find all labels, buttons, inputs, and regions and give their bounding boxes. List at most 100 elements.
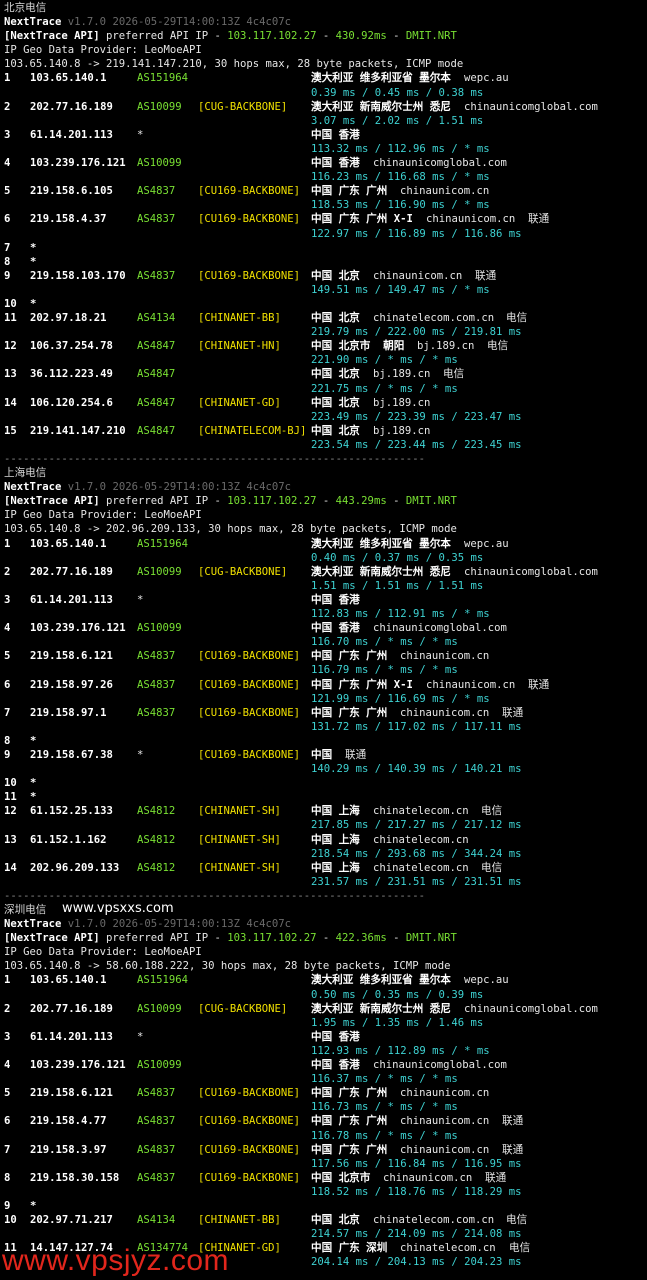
hop-asn: AS4812 xyxy=(137,861,176,874)
hop-rtt-row: 218.54 ms / 293.68 ms / 344.24 ms xyxy=(4,847,647,861)
hop-asn: AS10099 xyxy=(137,157,182,170)
hop-tag: [CU169-BACKBONE] xyxy=(198,269,301,282)
hop-isp: 电信 xyxy=(443,368,465,381)
hop-asn: AS4847 xyxy=(137,368,176,381)
hop-ip: 219.158.97.1 xyxy=(30,706,107,719)
hop-geo: 澳大利亚 维多利亚省 墨尔本 xyxy=(311,72,451,85)
hop-isp: 电信 xyxy=(506,312,528,325)
hop-tag: [CHINANET-SH] xyxy=(198,833,281,846)
hop-asn: AS4134 xyxy=(137,1214,176,1227)
hop-row: 15 219.141.147.210 AS4847 [CHINATELECOM-BJ]… xyxy=(4,424,647,438)
hop-geo: 中国 广东 广州 xyxy=(311,1087,388,1100)
separator: ----------------------------------------… xyxy=(4,453,425,465)
hop-rtt: 0.50 ms / 0.35 ms / 0.39 ms xyxy=(311,988,484,1001)
hop-isp: 电信 xyxy=(506,1214,528,1227)
hop-rtt-row: 0.40 ms / 0.37 ms / 0.35 ms xyxy=(4,551,647,565)
hop-ip: 61.152.1.162 xyxy=(30,833,107,846)
hop-host: chinaunicomglobal.com xyxy=(464,565,598,578)
hop-rtt-row: 116.73 ms / * ms / * ms xyxy=(4,1100,647,1114)
hop-asn: AS4837 xyxy=(137,1143,176,1156)
hop-ip: 202.96.209.133 xyxy=(30,861,120,874)
hop-asn: AS4134 xyxy=(137,312,176,325)
hop-geo: 中国 北京市 xyxy=(311,1171,371,1184)
hop-rtt: 112.83 ms / 112.91 ms / * ms xyxy=(311,608,490,621)
app-version-line: NextTrace v1.7.0 2026-05-29T14:00:13Z 4c… xyxy=(4,15,647,29)
hop-geo: 中国 广东 广州 xyxy=(311,185,388,198)
app-version: v1.7.0 2026-05-29T14:00:13Z 4c4c07c xyxy=(67,16,292,29)
hop-rtt-row: 118.52 ms / 118.76 ms / 118.29 ms xyxy=(4,1185,647,1199)
hop-host: chinaunicom.cn xyxy=(373,269,463,282)
hop-rtt: 0.39 ms / 0.45 ms / 0.38 ms xyxy=(311,86,484,99)
hop-row: 6 219.158.4.77 AS4837 [CU169-BACKBONE] 中国 广东… xyxy=(4,1114,647,1128)
hop-rtt: 113.32 ms / 112.96 ms / * ms xyxy=(311,142,490,155)
hop-row: 10 * xyxy=(4,776,647,790)
hop-isp: 联通 xyxy=(528,678,550,691)
hop-host: chinaunicom.cn xyxy=(426,213,516,226)
hop-host: chinaunicomglobal.com xyxy=(373,157,507,170)
hop-number: 3 xyxy=(4,593,11,606)
hop-number: 11 xyxy=(4,791,17,804)
hop-rtt: 116.73 ms / * ms / * ms xyxy=(311,1101,458,1114)
hop-rtt-row: 116.78 ms / * ms / * ms xyxy=(4,1129,647,1143)
hop-row: 1 103.65.140.1 AS151964 澳大利亚 维多利亚省 墨尔本 wepc.… xyxy=(4,973,647,987)
api-latency: 430.92ms xyxy=(335,30,387,43)
watermark-mid: www.vpsxxs.com xyxy=(62,901,174,916)
hop-ip: 103.239.176.121 xyxy=(30,1059,126,1072)
hop-asn: AS4837 xyxy=(137,678,176,691)
hop-rtt: 116.79 ms / * ms / * ms xyxy=(311,664,458,677)
hop-rtt: 223.49 ms / 223.39 ms / 223.47 ms xyxy=(311,410,522,423)
api-latency: 422.36ms xyxy=(335,932,387,945)
hop-isp: 电信 xyxy=(481,861,503,874)
hop-row: 8 219.158.30.158 AS4837 [CU169-BACKBONE] 中国 … xyxy=(4,1171,647,1185)
hop-host: chinaunicomglobal.com xyxy=(373,1059,507,1072)
hop-rtt: 116.37 ms / * ms / * ms xyxy=(311,1073,458,1086)
hop-asn: AS4837 xyxy=(137,706,176,719)
hop-rtt: 116.78 ms / * ms / * ms xyxy=(311,1129,458,1142)
hop-tag: [CHINANET-SH] xyxy=(198,805,281,818)
hop-row: 8 * xyxy=(4,734,647,748)
hop-host: chinaunicom.cn xyxy=(400,1115,490,1128)
api-node: DMIT.NRT xyxy=(405,30,457,43)
geo-provider: IP Geo Data Provider: LeoMoeAPI xyxy=(4,43,647,57)
hop-row: 3 61.14.201.113 * 中国 香港 xyxy=(4,1030,647,1044)
hop-rtt-row: 0.50 ms / 0.35 ms / 0.39 ms xyxy=(4,988,647,1002)
hop-asn: * xyxy=(137,748,144,761)
api-line: [NextTrace API] preferred API IP - 103.1… xyxy=(4,29,647,43)
hop-geo: 澳大利亚 维多利亚省 墨尔本 xyxy=(311,537,451,550)
hop-row: 7 * xyxy=(4,241,647,255)
hop-host: chinaunicomglobal.com xyxy=(464,100,598,113)
hop-ip: * xyxy=(30,241,37,254)
hop-ip: * xyxy=(30,255,37,268)
hop-geo: 中国 香港 xyxy=(311,128,360,141)
hop-rtt: 116.70 ms / * ms / * ms xyxy=(311,636,458,649)
hop-asn: AS10099 xyxy=(137,622,182,635)
hop-tag: [CU169-BACKBONE] xyxy=(198,748,301,761)
hop-row: 5 219.158.6.121 AS4837 [CU169-BACKBONE] 中国 广… xyxy=(4,1086,647,1100)
hop-geo: 中国 北京市 朝阳 xyxy=(311,340,405,353)
api-label: [NextTrace API] xyxy=(4,932,100,945)
hop-rtt: 223.54 ms / 223.44 ms / 223.45 ms xyxy=(311,438,522,451)
hop-ip: 219.158.4.77 xyxy=(30,1115,107,1128)
api-dash: - xyxy=(316,495,336,508)
hop-host: chinaunicom.cn xyxy=(383,1171,473,1184)
app-version-line: NextTrace v1.7.0 2026-05-29T14:00:13Z 4c… xyxy=(4,917,647,931)
hop-geo: 中国 北京 xyxy=(311,424,360,437)
hop-rtt: 149.51 ms / 149.47 ms / * ms xyxy=(311,283,490,296)
hop-rtt-row: 112.93 ms / 112.89 ms / * ms xyxy=(4,1044,647,1058)
hop-row: 10 202.97.71.217 AS4134 [CHINANET-BB] 中国 北京 c… xyxy=(4,1213,647,1227)
hop-number: 8 xyxy=(4,1171,11,1184)
hop-asn: AS4847 xyxy=(137,340,176,353)
hop-tag: [CU169-BACKBONE] xyxy=(198,1115,301,1128)
hop-ip: * xyxy=(30,734,37,747)
hop-ip: 106.120.254.6 xyxy=(30,396,113,409)
hop-row: 6 219.158.97.26 AS4837 [CU169-BACKBONE] 中国 广… xyxy=(4,678,647,692)
hop-rtt-row: 221.75 ms / * ms / * ms xyxy=(4,382,647,396)
hop-rtt-row: 3.07 ms / 2.02 ms / 1.51 ms xyxy=(4,114,647,128)
hop-row: 3 61.14.201.113 * 中国 香港 xyxy=(4,128,647,142)
trace-header-text: 103.65.140.8 -> 219.141.147.210, 30 hops… xyxy=(4,58,464,71)
hop-rtt: 204.14 ms / 204.13 ms / 204.23 ms xyxy=(311,1256,522,1269)
hop-number: 10 xyxy=(4,297,17,310)
hop-row: 10 * xyxy=(4,297,647,311)
hop-geo: 中国 北京 xyxy=(311,396,360,409)
hop-rtt: 131.72 ms / 117.02 ms / 117.11 ms xyxy=(311,720,522,733)
